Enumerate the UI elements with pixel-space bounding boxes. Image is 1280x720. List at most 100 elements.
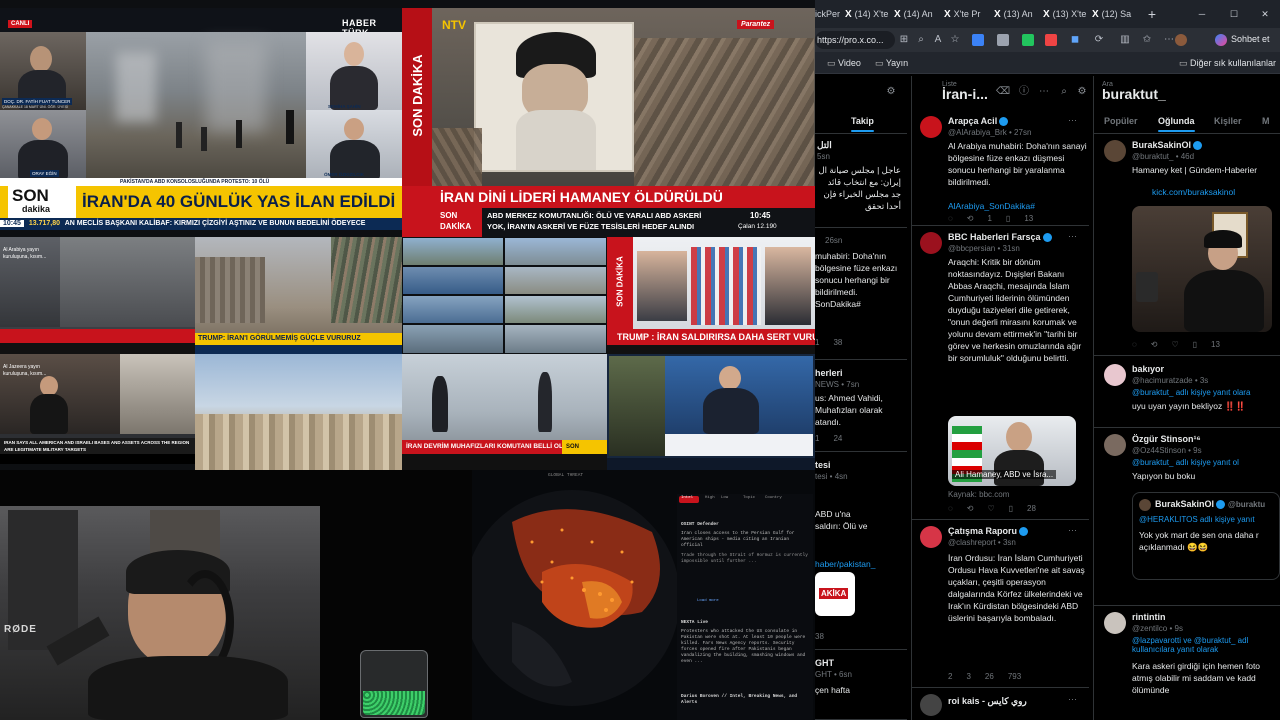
tweet[interactable]: Özgür Stinson¹⁶ @Oz44Stinson • 9s @burak… <box>1094 428 1280 606</box>
feed-item[interactable]: Darius Boroven // Intel, Breaking News, … <box>681 694 809 714</box>
load-more[interactable]: Load more <box>697 599 719 603</box>
arabic-news-feed[interactable] <box>607 354 815 470</box>
avatar[interactable] <box>1104 434 1126 456</box>
folder-icon: ▭ <box>1179 58 1191 68</box>
tweet[interactable]: herleri NEWS • 7sn us: Ahmed Vahidi, Muh… <box>815 360 907 452</box>
info-icon[interactable]: ⓘ <box>1018 86 1030 98</box>
feed-item[interactable]: OSINT Defender Iran closes access to the… <box>681 522 809 592</box>
tweet[interactable]: 26sn muhabiri: Doha'nın bölgesine füze e… <box>815 228 907 360</box>
avatar[interactable] <box>1104 364 1126 386</box>
tweet[interactable]: bakıyor @hacimuratzade • 3s @buraktut_ a… <box>1094 356 1280 428</box>
tweet[interactable]: BurakSakinOl @buraktut_ • 46d Hamaney ke… <box>1094 136 1280 356</box>
profile-avatar[interactable] <box>1175 34 1187 46</box>
feed-tab-country[interactable]: Country <box>765 496 782 500</box>
ticker-1-index: 13.717,80 <box>28 220 61 227</box>
tab-search-icon[interactable]: ⊞ <box>898 34 910 46</box>
close-icon[interactable]: ✕ <box>1258 4 1272 24</box>
more-icon[interactable]: ⋯ <box>1068 231 1077 242</box>
candy-jar <box>360 650 428 718</box>
maximize-icon[interactable]: ☐ <box>1227 4 1241 24</box>
chat-button[interactable]: Sohbet et <box>1231 34 1270 44</box>
avatar[interactable] <box>920 526 942 548</box>
feed-tab-high[interactable]: High <box>705 496 715 500</box>
settings-icon[interactable]: ⚙ <box>1076 86 1088 98</box>
tab-1[interactable]: ickPer <box>815 4 843 24</box>
link-card[interactable]: Ali Hamaney, ABD ve İsra... <box>948 416 1076 486</box>
tweet[interactable]: BBC Haberleri Farsça @bbcpersian • 31sn … <box>912 226 1089 520</box>
toolbar: https://pro.x.co... ⊞ ⌕ A ☆ ◼ ⟳ ▥ ✩ ⋯ So… <box>815 28 1280 52</box>
x-logo-icon: X <box>994 9 1001 20</box>
favorites-icon[interactable]: ✩ <box>1141 34 1153 46</box>
extension-icon[interactable] <box>972 34 984 46</box>
clear-icon[interactable]: ⌫ <box>996 86 1010 98</box>
bookmark-video[interactable]: ▭ Video <box>827 56 861 70</box>
new-tab-button[interactable]: + <box>1145 4 1159 24</box>
tweet[interactable]: التل 5sn عاجل | مجلس صيانة ال إيران: مع … <box>815 136 907 228</box>
tab-media[interactable]: M <box>1262 116 1270 126</box>
tab-3[interactable]: X (14) An <box>894 4 940 24</box>
tab-5[interactable]: X (13) An <box>994 4 1040 24</box>
tab-latest[interactable]: Oğlunda <box>1158 116 1195 132</box>
more-icon[interactable]: ⋯ <box>1068 115 1077 126</box>
aljazeera-feed[interactable]: Al Jazeera yayın kuruluşuna, kısım... IR… <box>0 354 195 464</box>
extension-icon[interactable]: ◼ <box>1069 34 1081 46</box>
bookmark-yayin[interactable]: ▭ Yayın <box>875 56 908 70</box>
tab-2[interactable]: X (14) X'te <box>845 4 891 24</box>
tab-4[interactable]: X X'te Pr <box>944 4 990 24</box>
tweet[interactable]: Arapça Acil @AlArabiya_Brk • 27sn ⋯ Al A… <box>912 112 1089 226</box>
tab-takip[interactable]: Takip <box>851 116 874 132</box>
tweet[interactable]: roi kais - روي كايس ⋯ <box>912 688 1089 720</box>
tab-6[interactable]: X (13) X'te <box>1043 4 1089 24</box>
read-aloud-icon[interactable]: A <box>932 34 944 46</box>
feed-tab-topic[interactable]: Topic <box>743 496 755 500</box>
tweet[interactable]: rintintin @zentilco • 9s @lazpavarotti v… <box>1094 606 1280 720</box>
refresh-icon[interactable]: ⟳ <box>1093 34 1105 46</box>
avatar[interactable] <box>920 116 942 138</box>
more-icon[interactable]: ⋯ <box>1068 525 1077 536</box>
search-tabs: Popüler Oğlunda Kişiler M <box>1094 112 1280 134</box>
tab-popular[interactable]: Popüler <box>1104 116 1138 126</box>
feed-tab-low[interactable]: Low <box>721 496 728 500</box>
trump-feed[interactable]: TRUMP: İRAN'I GÖRÜLMEMİŞ GÜÇLE VURURUZ <box>195 237 402 354</box>
deck-column-list: Liste İran-i... ⌫ ⓘ ⋯ ⌕ ⚙ Arapça Acil @A… <box>911 76 1089 720</box>
tweet[interactable]: GHT GHT • 6sn çen hafta <box>815 650 907 720</box>
threat-map-panel[interactable]: GLOBAL THREAT Intel High Low Topic Count… <box>472 470 815 720</box>
ellipsis-icon[interactable]: ⋯ <box>1038 86 1050 98</box>
trump-feed-2[interactable]: SON DAKİKA TRUMP : İRAN SALDIRIRSA DAHA … <box>607 237 815 354</box>
avatar[interactable] <box>920 694 942 716</box>
split-screen-icon[interactable]: ▥ <box>1119 34 1131 46</box>
tweet[interactable]: Çatışma Raporu @clashreport • 3sn ⋯ İran… <box>912 520 1089 688</box>
ntv-feed[interactable]: SON DAKİKA NTV Parantez İRAN DİNİ LİDERİ… <box>402 8 815 237</box>
avatar[interactable] <box>1104 612 1126 634</box>
tab-people[interactable]: Kişiler <box>1214 116 1242 126</box>
quoted-tweet[interactable]: BurakSakinOl @buraktu @HERAKLITOS adlı ki… <box>1132 492 1280 580</box>
extension-icon[interactable] <box>1045 34 1057 46</box>
feed-item[interactable]: NEXTA Live Protesters who attacked the U… <box>681 620 809 690</box>
more-icon[interactable]: ⋯ <box>1068 694 1077 705</box>
avatar[interactable] <box>1104 140 1126 162</box>
extension-icon[interactable] <box>997 34 1009 46</box>
intel-feed[interactable]: Intel High Low Topic Country OSINT Defen… <box>677 494 813 720</box>
settings-icon[interactable]: ⚙ <box>885 86 897 98</box>
extension-icon[interactable] <box>1022 34 1034 46</box>
avatar[interactable] <box>920 232 942 254</box>
feed-tab-intel[interactable]: Intel <box>681 496 693 500</box>
world-globe[interactable] <box>472 482 677 720</box>
zoom-icon[interactable]: ⌕ <box>915 34 927 46</box>
menu-icon[interactable]: ⋯ <box>1163 34 1175 46</box>
other-bookmarks[interactable]: ▭ Diğer sık kullanılanlar <box>1179 56 1276 70</box>
minimize-icon[interactable]: ─ <box>1195 4 1209 24</box>
haberturk-feed[interactable]: CANLI DOÇ. DR. FATİH FUAT TUNCER ÇANAKKA… <box>0 8 402 230</box>
copilot-icon[interactable] <box>1215 34 1227 46</box>
favorite-icon[interactable]: ☆ <box>949 34 961 46</box>
alarabiya-feed[interactable]: Al Arabiya yayın kuruluşuna, kısım... <box>0 237 195 354</box>
search-icon[interactable]: ⌕ <box>1058 86 1070 98</box>
multi-cam-feed[interactable] <box>402 237 607 354</box>
tweet[interactable]: tesi tesi • 4sn ABD u'na saldırı: Ölü ve… <box>815 452 907 650</box>
studio-feed[interactable]: İRAN DEVRİM MUHAFIZLARI KOMUTANI BELLİ O… <box>402 354 607 470</box>
jerusalem-feed[interactable] <box>195 354 402 470</box>
media-image[interactable] <box>1132 206 1272 332</box>
tab-7[interactable]: X (12) Sa <box>1092 4 1140 24</box>
x-logo-icon: X <box>944 9 951 20</box>
address-bar[interactable]: https://pro.x.co... <box>815 31 895 49</box>
